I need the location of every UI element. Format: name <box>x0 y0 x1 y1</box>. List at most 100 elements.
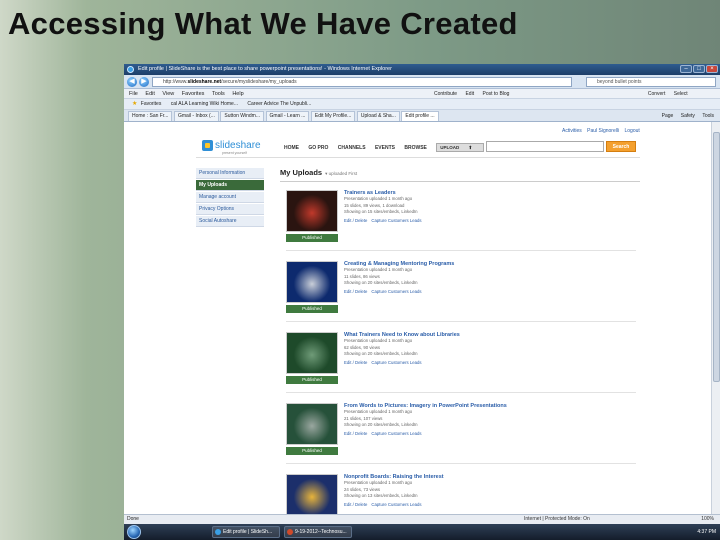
upload-item: Published What Trainers Need to Know abou… <box>286 332 636 394</box>
presentation-meta: Showing on 20 sites/embeds, LinkedIn <box>344 351 418 356</box>
back-icon[interactable]: ◀ <box>127 77 137 87</box>
user-links: Activities Paul Signorelli Logout <box>562 128 644 134</box>
capture-leads-link[interactable]: Capture Customers Leads <box>371 218 421 223</box>
sidebar-item-my-uploads[interactable]: My Uploads <box>196 180 264 191</box>
capture-leads-link[interactable]: Capture Customers Leads <box>371 289 421 294</box>
ie-icon <box>127 66 134 73</box>
tab-edit-profile[interactable]: Edit profile ... <box>401 111 439 121</box>
edit-delete-link[interactable]: Edit / Delete <box>344 431 367 436</box>
taskbar-item-doc[interactable]: 9-19-2012--Technosu... <box>284 526 352 538</box>
uploads-panel: My Uploads ▾ uploaded First Published Trai… <box>280 168 640 514</box>
toolbar-convert[interactable]: Convert <box>648 91 666 97</box>
sidebar-item-manage-account[interactable]: Manage account <box>196 192 264 203</box>
edit-delete-link[interactable]: Edit / Delete <box>344 218 367 223</box>
nav-browse[interactable]: BROWSE <box>404 145 427 151</box>
upload-item: Published Trainers as Leaders Presentation… <box>286 190 636 252</box>
presentation-thumbnail[interactable] <box>286 403 338 445</box>
sidebar-item-personal-information[interactable]: Personal Information <box>196 168 264 179</box>
toolbar-edit[interactable]: Edit <box>465 91 474 97</box>
address-prefix: http://www. <box>163 79 188 85</box>
upload-button[interactable]: UPLOAD ⬆ <box>436 143 485 152</box>
site-search-input[interactable] <box>486 141 604 152</box>
divider <box>280 181 640 182</box>
favorite-link[interactable]: Career Advice The Unpubli... <box>247 101 311 107</box>
published-badge: Published <box>286 234 338 242</box>
tab-gmail-learn[interactable]: Gmail - Learn ... <box>265 111 310 121</box>
tab-upload-share[interactable]: Upload & Sha... <box>356 111 400 121</box>
window-title: Edit profile | SlideShare is the best pl… <box>138 66 392 72</box>
tab-edit-my-profile[interactable]: Edit My Profile... <box>310 111 356 121</box>
nav-go-pro[interactable]: GO PRO <box>308 145 328 151</box>
item-divider <box>286 250 636 251</box>
presentation-thumbnail[interactable] <box>286 261 338 303</box>
safety-menu[interactable]: Safety <box>681 113 695 119</box>
toolbar-select[interactable]: Select <box>674 91 688 97</box>
menu-file[interactable]: File <box>129 89 138 98</box>
menu-tools[interactable]: Tools <box>212 89 225 98</box>
capture-leads-link[interactable]: Capture Customers Leads <box>371 360 421 365</box>
close-button[interactable]: × <box>706 65 718 73</box>
forward-icon[interactable]: ▶ <box>139 77 149 87</box>
slideshare-logo[interactable]: slideshare present yourself <box>202 140 261 155</box>
published-badge: Published <box>286 305 338 313</box>
sort-dropdown[interactable]: ▾ uploaded First <box>325 171 357 176</box>
edit-delete-link[interactable]: Edit / Delete <box>344 502 367 507</box>
security-zone[interactable]: Internet | Protected Mode: On <box>524 515 590 524</box>
address-bar[interactable]: http://www.slideshare.net/secure/myslide… <box>152 77 572 87</box>
vertical-scrollbar[interactable] <box>711 122 720 514</box>
favorite-link[interactable]: cal ALA Learning Wiki Home... <box>171 101 238 107</box>
zoom-level[interactable]: 100% <box>701 515 714 524</box>
minimize-button[interactable]: – <box>680 65 692 73</box>
sidebar-item-privacy-options[interactable]: Privacy Options <box>196 204 264 215</box>
favorites-button[interactable]: Favorites <box>141 101 162 107</box>
upload-arrow-icon: ⬆ <box>468 145 473 150</box>
toolbar-contribute[interactable]: Contribute <box>434 91 457 97</box>
tab-home[interactable]: Home : San Fr... <box>128 111 173 121</box>
upload-item: PublishedNonprofit Boards: Raising the I… <box>286 474 636 514</box>
taskbar-item-ie[interactable]: Edit profile | SlideSh... <box>212 526 280 538</box>
nav-channels[interactable]: CHANNELS <box>338 145 366 151</box>
toolbar-post-to-blog[interactable]: Post to Blog <box>482 91 509 97</box>
nav-home[interactable]: HOME <box>284 145 299 151</box>
tab-sutton[interactable]: Sutton Windm... <box>220 111 264 121</box>
item-actions: Edit / Delete Capture Customers Leads <box>344 289 634 294</box>
tab-gmail-inbox[interactable]: Gmail - Inbox (... <box>173 111 219 121</box>
item-actions: Edit / Delete Capture Customers Leads <box>344 431 634 436</box>
status-text: Done <box>127 516 139 522</box>
scrollbar-thumb[interactable] <box>713 132 720 382</box>
menu-favorites[interactable]: Favorites <box>182 89 205 98</box>
upload-item: Published From Words to Pictures: Imagery… <box>286 403 636 465</box>
ie-task-icon <box>215 529 221 535</box>
logout-link[interactable]: Logout <box>624 128 639 134</box>
menu-help[interactable]: Help <box>232 89 243 98</box>
item-info: Creating & Managing Mentoring Programs Pr… <box>344 261 634 294</box>
nav-events[interactable]: EVENTS <box>375 145 395 151</box>
capture-leads-link[interactable]: Capture Customers Leads <box>371 431 421 436</box>
logo-tagline: present yourself <box>222 151 247 155</box>
published-badge: Published <box>286 376 338 384</box>
edit-delete-link[interactable]: Edit / Delete <box>344 360 367 365</box>
account-sidebar: Personal Information My Uploads Manage a… <box>196 168 264 228</box>
presentation-thumbnail[interactable] <box>286 332 338 374</box>
item-divider <box>286 463 636 464</box>
username-link[interactable]: Paul Signorelli <box>587 128 619 134</box>
site-search-button[interactable]: Search <box>606 141 636 152</box>
presentation-meta: Showing on 15 sites/embeds, LinkedIn <box>344 209 418 214</box>
activities-link[interactable]: Activities <box>562 128 582 134</box>
presentation-thumbnail[interactable] <box>286 474 338 514</box>
logo-word: slideshare <box>215 140 261 151</box>
upload-item: Published Creating & Managing Mentoring P… <box>286 261 636 323</box>
tools-menu[interactable]: Tools <box>702 113 714 119</box>
maximize-button[interactable]: □ <box>693 65 705 73</box>
start-button-icon[interactable] <box>127 525 141 539</box>
capture-leads-link[interactable]: Capture Customers Leads <box>371 502 421 507</box>
sidebar-item-social-autoshare[interactable]: Social Autoshare <box>196 216 264 227</box>
menu-edit[interactable]: Edit <box>145 89 154 98</box>
edit-delete-link[interactable]: Edit / Delete <box>344 289 367 294</box>
browser-search-input[interactable]: beyond bullet points <box>586 77 716 87</box>
favorites-bar: ★ Favorites cal ALA Learning Wiki Home..… <box>124 99 720 110</box>
address-path: /secure/myslideshare/my_uploads <box>221 79 297 85</box>
page-menu[interactable]: Page <box>662 113 674 119</box>
presentation-thumbnail[interactable] <box>286 190 338 232</box>
menu-view[interactable]: View <box>162 89 174 98</box>
